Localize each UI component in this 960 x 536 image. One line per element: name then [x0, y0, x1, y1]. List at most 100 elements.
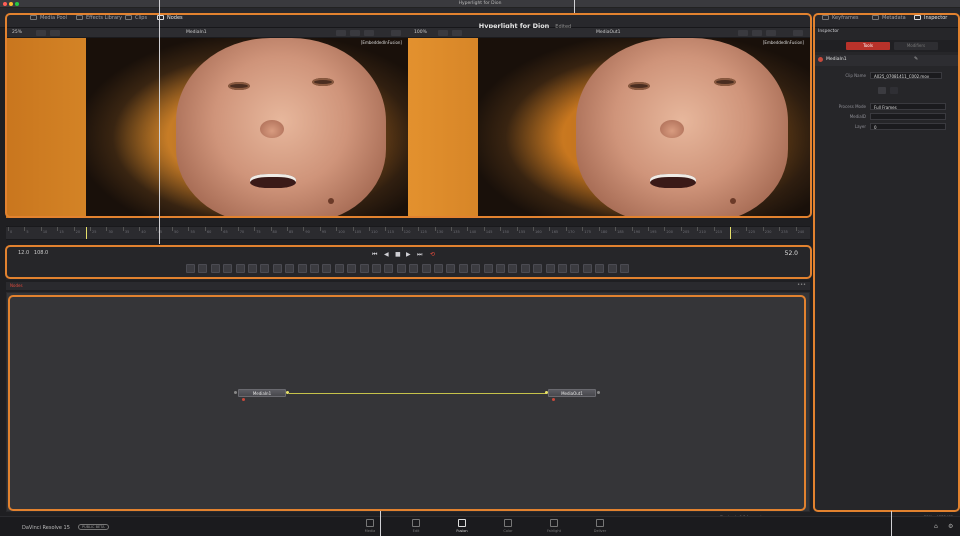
tool-button[interactable] — [570, 264, 580, 273]
tool-button[interactable] — [359, 264, 369, 273]
stop-button[interactable]: ■ — [395, 251, 401, 258]
viewer-option-button[interactable] — [452, 30, 462, 36]
clip-view-button[interactable] — [878, 87, 886, 94]
in-point[interactable]: 12.0 — [18, 250, 29, 256]
out-point[interactable]: 108.0 — [34, 250, 48, 256]
tool-button[interactable] — [471, 264, 481, 273]
tool-button[interactable] — [198, 264, 208, 273]
tool-button[interactable] — [458, 264, 468, 273]
page-tab-fairlight[interactable]: Fairlight — [536, 519, 572, 533]
page-tab-color[interactable]: Color — [490, 519, 526, 533]
play-button[interactable]: ▶ — [406, 251, 411, 258]
tool-button[interactable] — [260, 264, 270, 273]
tool-button[interactable] — [434, 264, 443, 273]
node-mediaout1[interactable]: MediaOut1 — [548, 389, 596, 397]
loop-icon[interactable]: ⟲ — [430, 251, 435, 258]
effect-mask-port[interactable] — [242, 398, 245, 401]
node-mediain1[interactable]: MediaIn1 — [238, 389, 286, 397]
tab-tools[interactable]: Tools — [846, 42, 890, 50]
page-tab-edit[interactable]: Edit — [398, 519, 434, 533]
output-port[interactable] — [286, 391, 289, 394]
home-icon[interactable]: ⌂ — [934, 523, 938, 530]
viewer-option-button[interactable] — [766, 30, 776, 36]
timeline-ruler[interactable]: 0510152025303540455055606570758085909510… — [6, 226, 810, 240]
tool-button[interactable] — [297, 264, 307, 273]
inspector-button[interactable]: Inspector — [914, 13, 947, 23]
tool-button[interactable] — [582, 264, 592, 273]
playhead[interactable] — [86, 227, 87, 239]
media-pool-button[interactable]: Media Pool — [30, 13, 67, 23]
input-port[interactable] — [545, 391, 548, 394]
viewer-option-button[interactable] — [793, 30, 803, 36]
tool-button[interactable] — [483, 264, 493, 273]
pin-icon[interactable]: ✎ — [914, 56, 918, 62]
nodes-button[interactable]: Nodes — [157, 13, 183, 23]
tool-button[interactable] — [545, 264, 555, 273]
page-tab-fusion[interactable]: Fusion — [444, 519, 480, 533]
tool-button[interactable] — [508, 264, 518, 273]
clip-name-field[interactable]: A025_07081411_C002.mov — [870, 72, 942, 79]
more-options-icon[interactable]: ••• — [797, 282, 806, 288]
tool-button[interactable] — [409, 264, 419, 273]
viewer-option-button[interactable] — [36, 30, 46, 36]
viewer-option-button[interactable] — [350, 30, 360, 36]
gear-icon[interactable]: ⚙ — [948, 523, 953, 530]
tool-button[interactable] — [347, 264, 357, 273]
output-port[interactable] — [597, 391, 600, 394]
ruler-tick-label: 55 — [190, 230, 195, 234]
tool-button[interactable] — [186, 264, 195, 273]
clips-button[interactable]: Clips — [125, 13, 147, 23]
tool-button[interactable] — [322, 264, 332, 273]
metadata-button[interactable]: Metadata — [872, 13, 906, 23]
tool-button[interactable] — [421, 264, 431, 273]
tool-button[interactable] — [285, 264, 295, 273]
viewer-option-button[interactable] — [752, 30, 762, 36]
left-viewer-zoom[interactable]: 25% — [12, 28, 22, 38]
page-tab-media[interactable]: Media — [352, 519, 388, 533]
viewer-option-button[interactable] — [364, 30, 374, 36]
viewer-option-button[interactable] — [738, 30, 748, 36]
layer-select[interactable]: 0 — [870, 123, 946, 130]
tool-button[interactable] — [272, 264, 282, 273]
go-to-end-button[interactable]: ⏭ — [417, 251, 422, 259]
tool-button[interactable] — [520, 264, 530, 273]
effect-mask-port[interactable] — [552, 398, 555, 401]
out-marker[interactable] — [730, 227, 731, 239]
tool-button[interactable] — [620, 264, 629, 273]
left-viewer[interactable]: [EmbeddedInFusion] — [6, 38, 408, 218]
viewer-option-button[interactable] — [336, 30, 346, 36]
tool-button[interactable] — [496, 264, 505, 273]
tool-button[interactable] — [334, 264, 344, 273]
clip-view-button[interactable] — [890, 87, 898, 94]
right-viewer-zoom[interactable]: 100% — [414, 28, 427, 38]
tool-button[interactable] — [372, 264, 381, 273]
tool-button[interactable] — [396, 264, 406, 273]
play-reverse-button[interactable]: ◀ — [384, 251, 389, 258]
viewer-option-button[interactable] — [50, 30, 60, 36]
page-tab-deliver[interactable]: Deliver — [582, 519, 618, 533]
input-port[interactable] — [234, 391, 237, 394]
go-to-start-button[interactable]: ⏮ — [372, 251, 377, 259]
mediaid-field[interactable] — [870, 113, 946, 120]
viewer-option-button[interactable] — [438, 30, 448, 36]
effects-library-button[interactable]: Effects Library — [76, 13, 122, 23]
tool-button[interactable] — [607, 264, 617, 273]
process-mode-select[interactable]: Full Frames — [870, 103, 946, 110]
tool-button[interactable] — [210, 264, 220, 273]
tool-button[interactable] — [310, 264, 319, 273]
tool-button[interactable] — [595, 264, 605, 273]
tool-button[interactable] — [533, 264, 543, 273]
keyframes-button[interactable]: Keyframes — [822, 13, 859, 23]
tool-button[interactable] — [223, 264, 233, 273]
tab-modifiers[interactable]: Modifiers — [894, 42, 938, 50]
tool-button[interactable] — [558, 264, 567, 273]
tool-button[interactable] — [446, 264, 456, 273]
inspector-node-header[interactable]: MediaIn1 ✎ — [814, 55, 960, 66]
node-editor[interactable] — [6, 292, 810, 512]
right-viewer[interactable]: [EmbeddedInFusion] — [408, 38, 810, 218]
tool-button[interactable] — [235, 264, 245, 273]
current-frame[interactable]: 52.0 — [785, 250, 798, 257]
viewer-option-button[interactable] — [391, 30, 401, 36]
tool-button[interactable] — [248, 264, 257, 273]
tool-button[interactable] — [384, 264, 394, 273]
